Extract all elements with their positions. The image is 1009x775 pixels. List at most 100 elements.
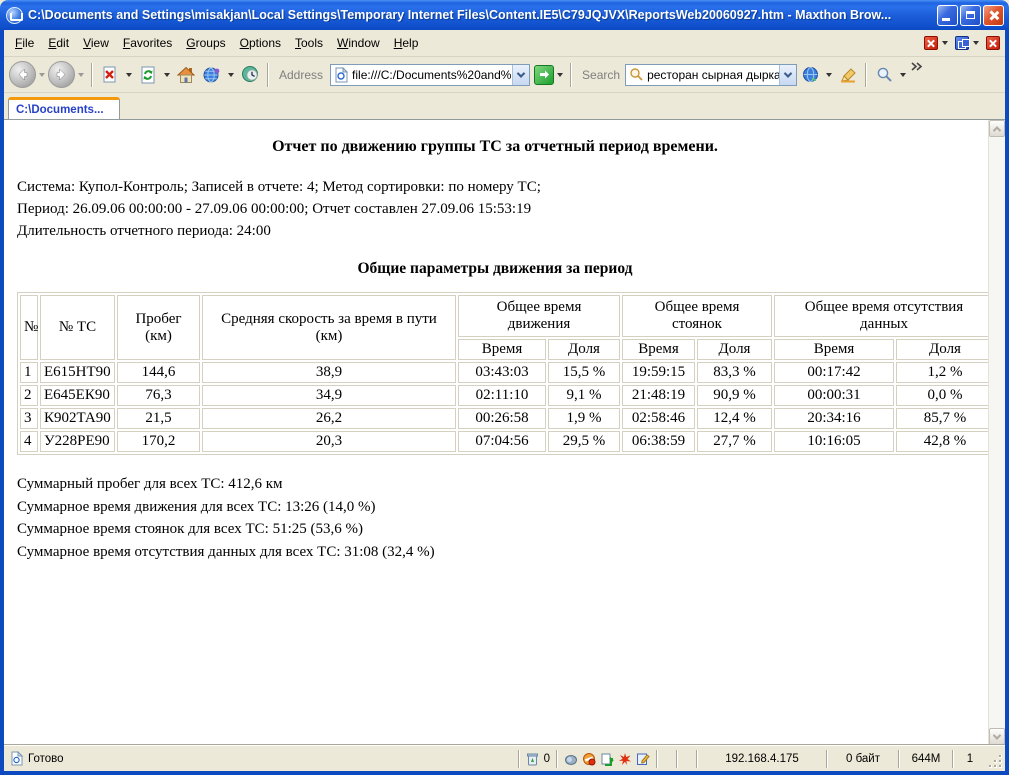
col-header-time: Время	[774, 339, 894, 360]
col-header-share: Доля	[548, 339, 620, 360]
close-tab-dropdown[interactable]	[942, 41, 948, 45]
trash-icon[interactable]	[526, 752, 539, 766]
toolbar-separator	[865, 63, 867, 87]
back-history-dropdown[interactable]	[39, 73, 45, 77]
back-button[interactable]	[9, 61, 36, 88]
menu-favorites[interactable]: Favorites	[116, 33, 179, 53]
home-icon	[176, 66, 196, 84]
close-all-button[interactable]	[984, 35, 1001, 52]
menu-tools[interactable]: Tools	[288, 33, 330, 53]
refresh-dropdown[interactable]	[164, 73, 170, 77]
window-cascade-button[interactable]	[953, 35, 970, 52]
address-dropdown-button[interactable]	[512, 65, 529, 85]
find-dropdown[interactable]	[900, 73, 906, 77]
cell-vehicle: Е645ЕК90	[40, 385, 115, 406]
media-button[interactable]	[199, 62, 225, 88]
cell-num: 2	[20, 385, 38, 406]
stop-button[interactable]	[97, 62, 123, 88]
search-input[interactable]	[647, 66, 779, 84]
popup-blocker-icon[interactable]	[582, 752, 596, 766]
cell-moving-time: 02:11:10	[458, 385, 546, 406]
menu-view[interactable]: View	[76, 33, 116, 53]
refresh-icon	[139, 66, 157, 84]
vertical-scrollbar[interactable]	[988, 120, 1005, 745]
refresh-button[interactable]	[135, 62, 161, 88]
table-row: 1 Е615НТ90 144,6 38,9 03:43:03 15,5 % 19…	[20, 362, 988, 383]
report-meta-line: Период: 26.09.06 00:00:00 - 27.09.06 00:…	[17, 198, 980, 220]
globe-icon	[802, 66, 819, 83]
tab-documents[interactable]: C:\Documents...	[8, 97, 120, 119]
page-content: Отчет по движению группы ТС за отчетный …	[4, 119, 1005, 745]
restore-button[interactable]	[960, 5, 981, 26]
cell-vehicle: Е615НТ90	[40, 362, 115, 383]
search-box[interactable]	[625, 64, 797, 86]
search-dropdown-button[interactable]	[779, 65, 796, 85]
search-icon	[629, 67, 644, 82]
cell-parking-time: 02:58:46	[622, 408, 695, 429]
web-search-dropdown[interactable]	[826, 73, 832, 77]
cell-parking-time: 19:59:15	[622, 362, 695, 383]
cell-moving-time: 00:26:58	[458, 408, 546, 429]
cell-mileage: 76,3	[117, 385, 200, 406]
find-button[interactable]	[871, 62, 897, 88]
minimize-button[interactable]	[937, 5, 958, 26]
cell-num: 4	[20, 431, 38, 452]
stop-dropdown[interactable]	[126, 73, 132, 77]
toolbar-separator	[91, 63, 93, 87]
back-arrow-icon	[16, 68, 29, 81]
toolbar-overflow-button[interactable]	[911, 58, 923, 76]
cascade-dropdown[interactable]	[973, 41, 979, 45]
media-dropdown[interactable]	[228, 73, 234, 77]
menu-window[interactable]: Window	[330, 33, 387, 53]
table-row: 2 Е645ЕК90 76,3 34,9 02:11:10 9,1 % 21:4…	[20, 385, 988, 406]
ip-address: 192.168.4.175	[725, 753, 799, 765]
scroll-down-button[interactable]	[989, 728, 1005, 745]
col-header-mileage: Пробег (км)	[117, 295, 200, 360]
cell-moving-share: 1,9 %	[548, 408, 620, 429]
address-bar[interactable]	[330, 64, 530, 86]
menu-help[interactable]: Help	[387, 33, 426, 53]
filter-icon[interactable]	[600, 752, 614, 766]
flash-blocker-icon[interactable]	[618, 752, 632, 766]
browser-window: C:\Documents and Settings\misakjan\Local…	[0, 0, 1009, 775]
edit-page-icon[interactable]	[636, 752, 650, 766]
forward-button[interactable]	[48, 61, 75, 88]
cell-mileage: 170,2	[117, 431, 200, 452]
report-title: Отчет по движению группы ТС за отчетный …	[17, 138, 973, 156]
menu-groups[interactable]: Groups	[179, 33, 232, 53]
table-row: 4 У228РЕ90 170,2 20,3 07:04:56 29,5 % 06…	[20, 431, 988, 452]
close-tab-icon	[924, 36, 938, 50]
trash-count: 0	[544, 753, 550, 765]
menu-options[interactable]: Options	[233, 33, 288, 53]
address-input[interactable]	[352, 66, 512, 84]
report-document: Отчет по движению группы ТС за отчетный …	[4, 120, 988, 745]
plugin-icon[interactable]	[564, 752, 578, 766]
scroll-up-button[interactable]	[989, 120, 1005, 137]
summary-line: Суммарный пробег для всех ТС: 412,6 км	[17, 473, 980, 496]
close-button[interactable]	[983, 5, 1004, 26]
memory-usage: 644M	[912, 753, 941, 765]
history-button[interactable]	[237, 62, 263, 88]
forward-history-dropdown[interactable]	[78, 73, 84, 77]
cascade-windows-icon	[955, 36, 969, 50]
cell-parking-share: 27,7 %	[697, 431, 772, 452]
cell-moving-time: 03:43:03	[458, 362, 546, 383]
go-dropdown[interactable]	[557, 73, 563, 77]
cell-mileage: 144,6	[117, 362, 200, 383]
cell-moving-time: 07:04:56	[458, 431, 546, 452]
menu-edit[interactable]: Edit	[41, 33, 76, 53]
go-button[interactable]	[534, 65, 554, 85]
chevron-up-icon	[993, 126, 1001, 134]
highlight-button[interactable]	[835, 62, 861, 88]
magnifier-icon	[876, 66, 893, 83]
resize-grip[interactable]	[988, 754, 1002, 768]
summary-line: Суммарное время движения для всех ТС: 13…	[17, 496, 980, 519]
forward-arrow-icon	[55, 68, 68, 81]
close-tab-button[interactable]	[922, 35, 939, 52]
home-button[interactable]	[173, 62, 199, 88]
menu-file[interactable]: File	[8, 33, 41, 53]
tab-count: 1	[967, 753, 973, 765]
cell-num: 1	[20, 362, 38, 383]
web-search-button[interactable]	[797, 62, 823, 88]
col-header-avg-speed: Средняя скорость за время в пути (км)	[202, 295, 456, 360]
